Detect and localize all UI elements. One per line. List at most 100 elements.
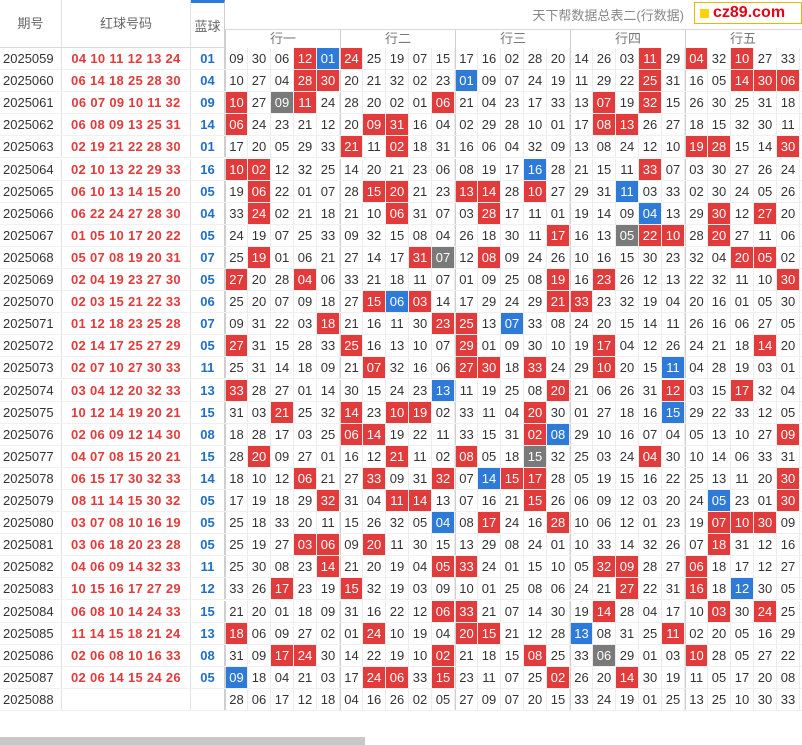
number-cell: 30 — [731, 600, 754, 623]
number-cell: 08 — [271, 556, 294, 579]
number-cell: 07 — [432, 246, 455, 269]
number-cell: 05 — [685, 423, 708, 446]
number-cell: 16 — [708, 313, 731, 336]
number-cell: 20 — [363, 92, 386, 115]
number-cell: 09 — [340, 224, 363, 247]
number-cell: 31 — [662, 70, 685, 93]
number-cell: 25 — [639, 622, 662, 645]
number-cell: 07 — [501, 313, 524, 336]
number-cell: 16 — [639, 467, 662, 490]
number-cell: 30 — [708, 180, 731, 203]
number-cell: 18 — [271, 490, 294, 512]
number-cell: 06 — [432, 357, 455, 380]
blue-ball-number: 11 — [191, 556, 225, 579]
number-cell: 01 — [478, 578, 501, 601]
number-cell: 07 — [317, 180, 340, 203]
number-cell: 10 — [754, 269, 777, 291]
number-cell: 18 — [317, 291, 340, 314]
number-cell: 08 — [524, 644, 547, 667]
number-cell: 09 — [432, 578, 455, 601]
number-cell: 30 — [754, 114, 777, 137]
table-row: 2025088 28 06 17 12 18 04 16 26 02 05 27 09 07 20 15 33 2… — [0, 688, 802, 711]
red-ball-numbers: 10 15 16 17 27 29 — [62, 578, 191, 601]
number-cell: 14 — [340, 401, 363, 424]
issue-number: 2025074 — [0, 379, 62, 402]
number-cell: 20 — [455, 622, 478, 645]
number-cell: 03 — [662, 644, 685, 667]
number-cell: 18 — [248, 512, 271, 535]
number-cell: 24 — [363, 622, 386, 645]
number-cell: 31 — [501, 423, 524, 446]
number-cell: 33 — [225, 379, 248, 402]
number-cell: 03 — [639, 490, 662, 512]
number-cell: 28 — [294, 335, 317, 358]
site-logo[interactable]: cz89.com — [694, 2, 802, 24]
number-cell: 30 — [777, 136, 800, 159]
number-cell: 11 — [386, 534, 409, 557]
number-cell: 03 — [248, 401, 271, 424]
number-cell: 08 — [547, 423, 570, 446]
number-cell: 24 — [777, 158, 800, 181]
number-cell: 27 — [754, 313, 777, 336]
number-cell: 03 — [294, 423, 317, 446]
number-cell: 11 — [524, 224, 547, 247]
number-cell: 03 — [754, 357, 777, 380]
number-cell: 13 — [386, 335, 409, 358]
number-cell: 02 — [685, 622, 708, 645]
number-cell: 10 — [386, 401, 409, 424]
number-cell: 20 — [547, 379, 570, 402]
number-cell: 27 — [616, 578, 639, 601]
number-cell: 15 — [662, 92, 685, 115]
number-cell: 21 — [294, 202, 317, 225]
number-cell: 33 — [777, 688, 800, 711]
number-cell: 05 — [754, 246, 777, 269]
number-cell: 02 — [409, 70, 432, 93]
number-cell: 11 — [386, 490, 409, 512]
number-cell: 12 — [639, 136, 662, 159]
number-cell: 25 — [225, 512, 248, 535]
number-cell: 11 — [662, 357, 685, 380]
number-cell: 14 — [593, 202, 616, 225]
number-cell: 26 — [662, 534, 685, 557]
number-cell: 17 — [731, 666, 754, 689]
blue-ball-number: 14 — [191, 467, 225, 490]
number-cell: 27 — [754, 202, 777, 225]
number-cell: 28 — [248, 423, 271, 446]
number-cell: 04 — [271, 666, 294, 689]
number-cell: 18 — [731, 335, 754, 358]
number-cell: 09 — [225, 666, 248, 689]
number-cell: 28 — [708, 136, 731, 159]
number-cell: 14 — [616, 534, 639, 557]
number-cell: 19 — [248, 534, 271, 557]
number-cell: 31 — [248, 357, 271, 380]
number-cell: 17 — [271, 578, 294, 601]
number-cell: 19 — [593, 467, 616, 490]
number-cell: 14 — [524, 600, 547, 623]
number-cell: 15 — [340, 512, 363, 535]
number-cell: 26 — [248, 578, 271, 601]
number-cell: 16 — [593, 246, 616, 269]
number-cell: 12 — [754, 556, 777, 579]
number-cell: 26 — [685, 313, 708, 336]
number-cell: 18 — [386, 269, 409, 291]
number-cell: 26 — [570, 666, 593, 689]
number-cell: 05 — [432, 688, 455, 711]
number-cell: 14 — [616, 666, 639, 689]
number-cell: 24 — [340, 48, 363, 70]
table-row: 2025062 06 08 09 13 25 31 14 06 24 23 21 12 20 09… — [0, 114, 802, 137]
number-cell: 07 — [363, 357, 386, 380]
number-cell: 30 — [662, 445, 685, 468]
number-cell: 28 — [340, 180, 363, 203]
number-cell: 19 — [317, 578, 340, 601]
table-row: 2025086 02 06 08 10 16 33 08 31 09 17 24 30 14 22… — [0, 644, 802, 667]
number-cell: 25 — [777, 600, 800, 623]
number-cell: 01 — [547, 202, 570, 225]
table-row: 2025061 06 07 09 10 11 32 09 10 27 09 11 24 28 20… — [0, 92, 802, 115]
horizontal-scrollbar[interactable] — [0, 737, 365, 745]
number-cell: 28 — [708, 644, 731, 667]
number-cell: 13 — [455, 534, 478, 557]
table-row: 2025063 02 19 21 22 28 30 01 17 20 05 29 33 21 11… — [0, 136, 802, 159]
number-cell: 22 — [271, 180, 294, 203]
red-ball-numbers: 02 06 08 10 16 33 — [62, 644, 191, 667]
table-row: 2025068 05 07 08 19 20 31 07 25 19 01 06 21 27 14… — [0, 246, 802, 269]
